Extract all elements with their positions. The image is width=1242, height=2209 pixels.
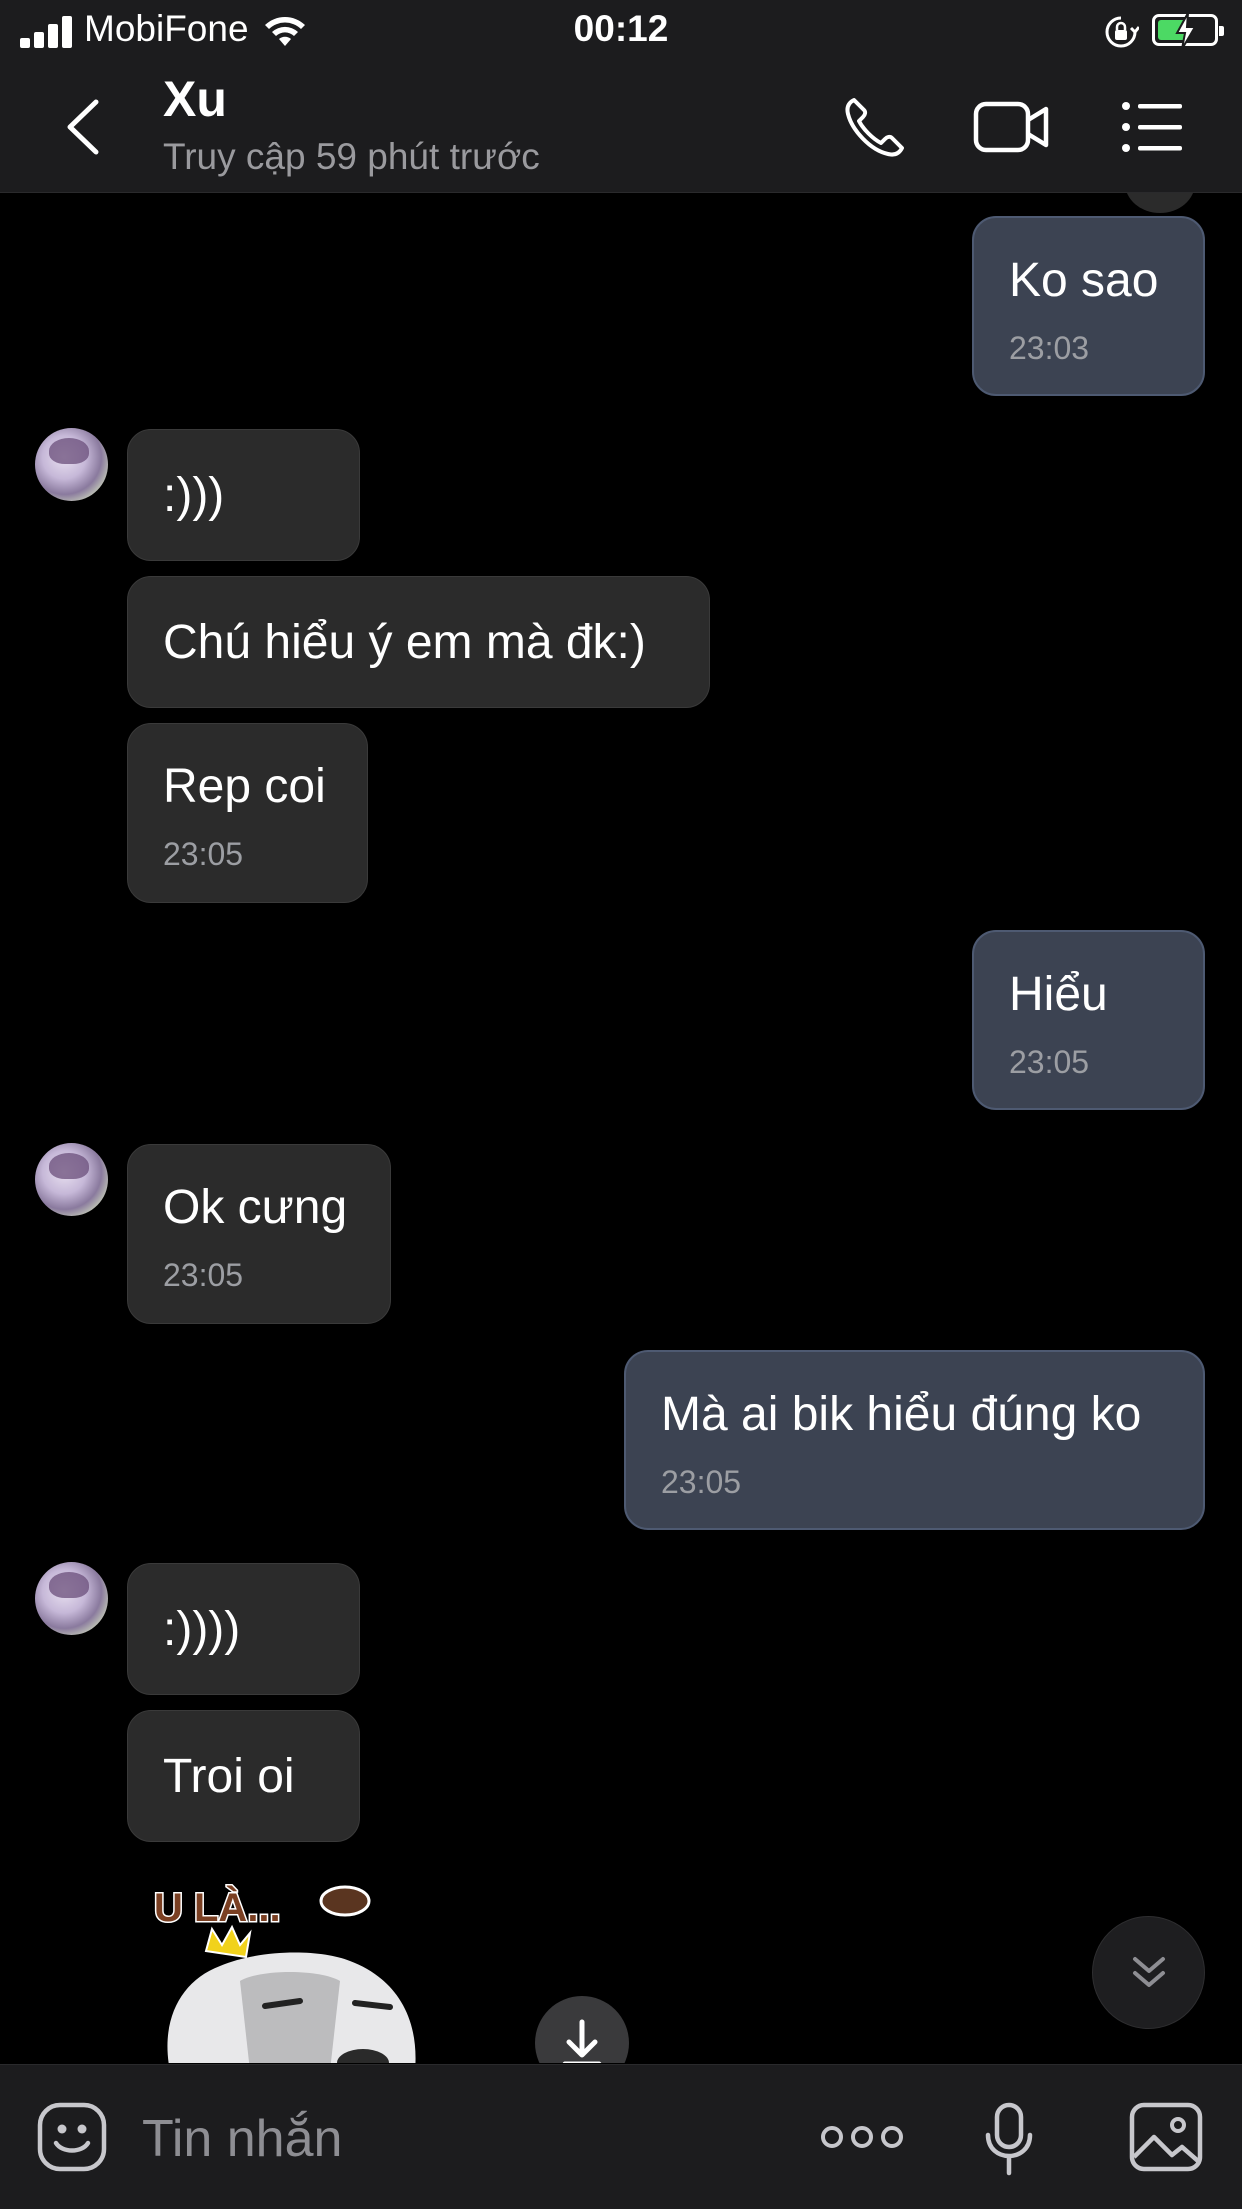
avatar[interactable] [35,1143,108,1216]
message-list[interactable]: Ko sao 23:03 :))) Chú hiểu ý em mà đk:) … [0,193,1242,2063]
message-bubble-incoming[interactable]: :))) [127,429,360,561]
image-icon[interactable] [1128,2101,1204,2173]
message-text: Hiểu [1009,968,1108,1021]
message-bubble-outgoing[interactable]: Mà ai bik hiểu đúng ko 23:05 [624,1350,1205,1530]
battery-icon [1152,12,1224,50]
double-chevron-down-icon [1133,1957,1165,1987]
message-text: Chú hiểu ý em mà đk:) [163,616,646,669]
message-bubble-outgoing[interactable]: Ko sao 23:03 [972,216,1205,396]
download-icon [562,2019,602,2063]
message-text: :))) [163,469,225,522]
message-text: Rep coi [163,760,326,813]
list-menu-icon[interactable] [1118,92,1188,162]
message-bubble-incoming[interactable]: :)))) [127,1563,360,1695]
message-bubble-incoming[interactable]: Ok cưng 23:05 [127,1144,391,1324]
sticker-caption: U LÀ... [154,1885,281,1930]
partial-bubble [1125,193,1195,213]
message-bubble-incoming[interactable]: Chú hiểu ý em mà đk:) [127,576,710,708]
chat-header: Xu Truy cập 59 phút trước [0,62,1242,193]
message-time: 23:05 [163,836,244,872]
scroll-to-bottom-button[interactable] [1092,1916,1205,2029]
message-time: 23:05 [661,1464,742,1500]
clock: 00:12 [573,8,669,49]
contact-name[interactable]: Xu [163,70,227,128]
status-bar: MobiFone 00:12 [0,0,1242,62]
microphone-icon[interactable] [982,2101,1036,2177]
avatar[interactable] [35,1562,108,1635]
message-text: Mà ai bik hiểu đúng ko [661,1388,1142,1441]
message-bubble-outgoing[interactable]: Hiểu 23:05 [972,930,1205,1110]
more-dots-icon[interactable] [820,2115,904,2159]
video-camera-icon[interactable] [972,92,1052,162]
composer-bar [0,2064,1242,2209]
rotation-lock-icon [1105,16,1139,48]
message-input[interactable] [140,2105,744,2173]
message-text: Troi oi [163,1750,295,1803]
avatar[interactable] [35,428,108,501]
message-time: 23:03 [1009,330,1090,366]
last-seen-status: Truy cập 59 phút trước [163,136,540,177]
message-text: Ko sao [1009,254,1159,307]
message-time: 23:05 [1009,1044,1090,1080]
message-bubble-incoming[interactable]: Troi oi [127,1710,360,1842]
sticker-husky[interactable]: U LÀ... [150,1871,440,2063]
message-text: Ok cưng [163,1181,348,1234]
download-button[interactable] [535,1996,629,2063]
emoji-icon[interactable] [36,2101,108,2173]
phone-icon[interactable] [840,92,910,162]
message-bubble-incoming[interactable]: Rep coi 23:05 [127,723,368,903]
message-time: 23:05 [163,1257,244,1293]
back-chevron-icon[interactable] [56,92,116,162]
message-text: :)))) [163,1603,241,1656]
